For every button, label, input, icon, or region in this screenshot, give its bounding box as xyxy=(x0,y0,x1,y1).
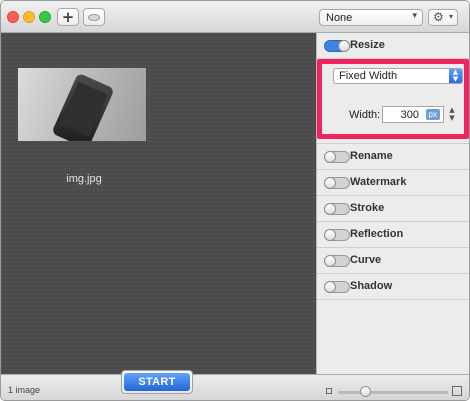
small-thumbnail-icon xyxy=(326,388,332,394)
updown-arrows-icon: ▲ ▼ xyxy=(449,69,462,83)
minimize-window-button[interactable] xyxy=(23,11,35,23)
eye-icon xyxy=(88,13,100,21)
preset-value: None xyxy=(326,12,353,24)
bottom-bar: 1 image xyxy=(1,374,469,400)
action-row-watermark[interactable]: Watermark xyxy=(317,170,469,196)
slider-knob[interactable] xyxy=(360,386,371,397)
shadow-toggle[interactable] xyxy=(324,281,350,293)
preview-button[interactable] xyxy=(83,8,105,26)
highlight-box: Fixed Width ▲ ▼ Width: 300 px ▲ ▼ xyxy=(317,59,469,139)
large-thumbnail-icon xyxy=(452,386,462,396)
stroke-toggle[interactable] xyxy=(324,203,350,215)
action-label: Rename xyxy=(350,150,393,162)
chevron-down-icon: ▾ xyxy=(412,11,417,21)
action-label: Resize xyxy=(350,39,385,51)
app-window: + None ▾ ⚙ ▾ img.jpg Resize Fixed Width … xyxy=(0,0,470,401)
plus-icon: + xyxy=(61,7,75,26)
start-button[interactable]: START xyxy=(121,370,193,394)
start-button-label: START xyxy=(124,373,190,391)
settings-menu-button[interactable]: ⚙ ▾ xyxy=(428,9,458,26)
action-label: Shadow xyxy=(350,280,393,292)
thumbnail-size-slider[interactable] xyxy=(338,391,448,394)
phone-photo xyxy=(51,72,115,141)
watermark-toggle[interactable] xyxy=(324,177,350,189)
action-label: Reflection xyxy=(350,228,404,240)
action-label: Curve xyxy=(350,254,382,266)
zoom-window-button[interactable] xyxy=(39,11,51,23)
resize-mode-value: Fixed Width xyxy=(339,70,398,82)
image-canvas: img.jpg xyxy=(1,33,316,374)
resize-options: Fixed Width ▲ ▼ Width: 300 px ▲ ▼ xyxy=(317,59,469,144)
action-row-curve[interactable]: Curve xyxy=(317,248,469,274)
preset-select[interactable]: None ▾ xyxy=(319,9,423,26)
width-value: 300 xyxy=(400,109,419,121)
action-row-resize[interactable]: Resize xyxy=(317,33,469,59)
gear-icon: ⚙ xyxy=(433,10,444,24)
width-input[interactable]: 300 px xyxy=(382,106,444,123)
action-row-rename[interactable]: Rename xyxy=(317,144,469,170)
action-row-stroke[interactable]: Stroke xyxy=(317,196,469,222)
image-thumbnail[interactable] xyxy=(18,68,146,141)
chevron-down-icon: ▾ xyxy=(448,12,453,21)
add-images-button[interactable]: + xyxy=(57,8,79,26)
action-label: Watermark xyxy=(350,176,407,188)
resize-toggle[interactable] xyxy=(324,40,350,52)
width-label: Width: xyxy=(349,109,381,121)
reflection-toggle[interactable] xyxy=(324,229,350,241)
rename-toggle[interactable] xyxy=(324,151,350,163)
width-stepper[interactable]: ▲ ▼ xyxy=(448,106,456,123)
resize-mode-select[interactable]: Fixed Width ▲ ▼ xyxy=(333,68,463,84)
action-row-shadow[interactable]: Shadow xyxy=(317,274,469,300)
action-label: Stroke xyxy=(350,202,385,214)
action-row-reflection[interactable]: Reflection xyxy=(317,222,469,248)
close-window-button[interactable] xyxy=(7,11,19,23)
toolbar: + None ▾ ⚙ ▾ xyxy=(1,1,469,33)
unit-badge[interactable]: px xyxy=(425,109,440,120)
image-filename: img.jpg xyxy=(66,173,102,185)
curve-toggle[interactable] xyxy=(324,255,350,267)
image-count: 1 image xyxy=(8,385,41,395)
actions-panel: Resize Fixed Width ▲ ▼ Width: 300 px ▲ ▼ R… xyxy=(316,33,469,374)
